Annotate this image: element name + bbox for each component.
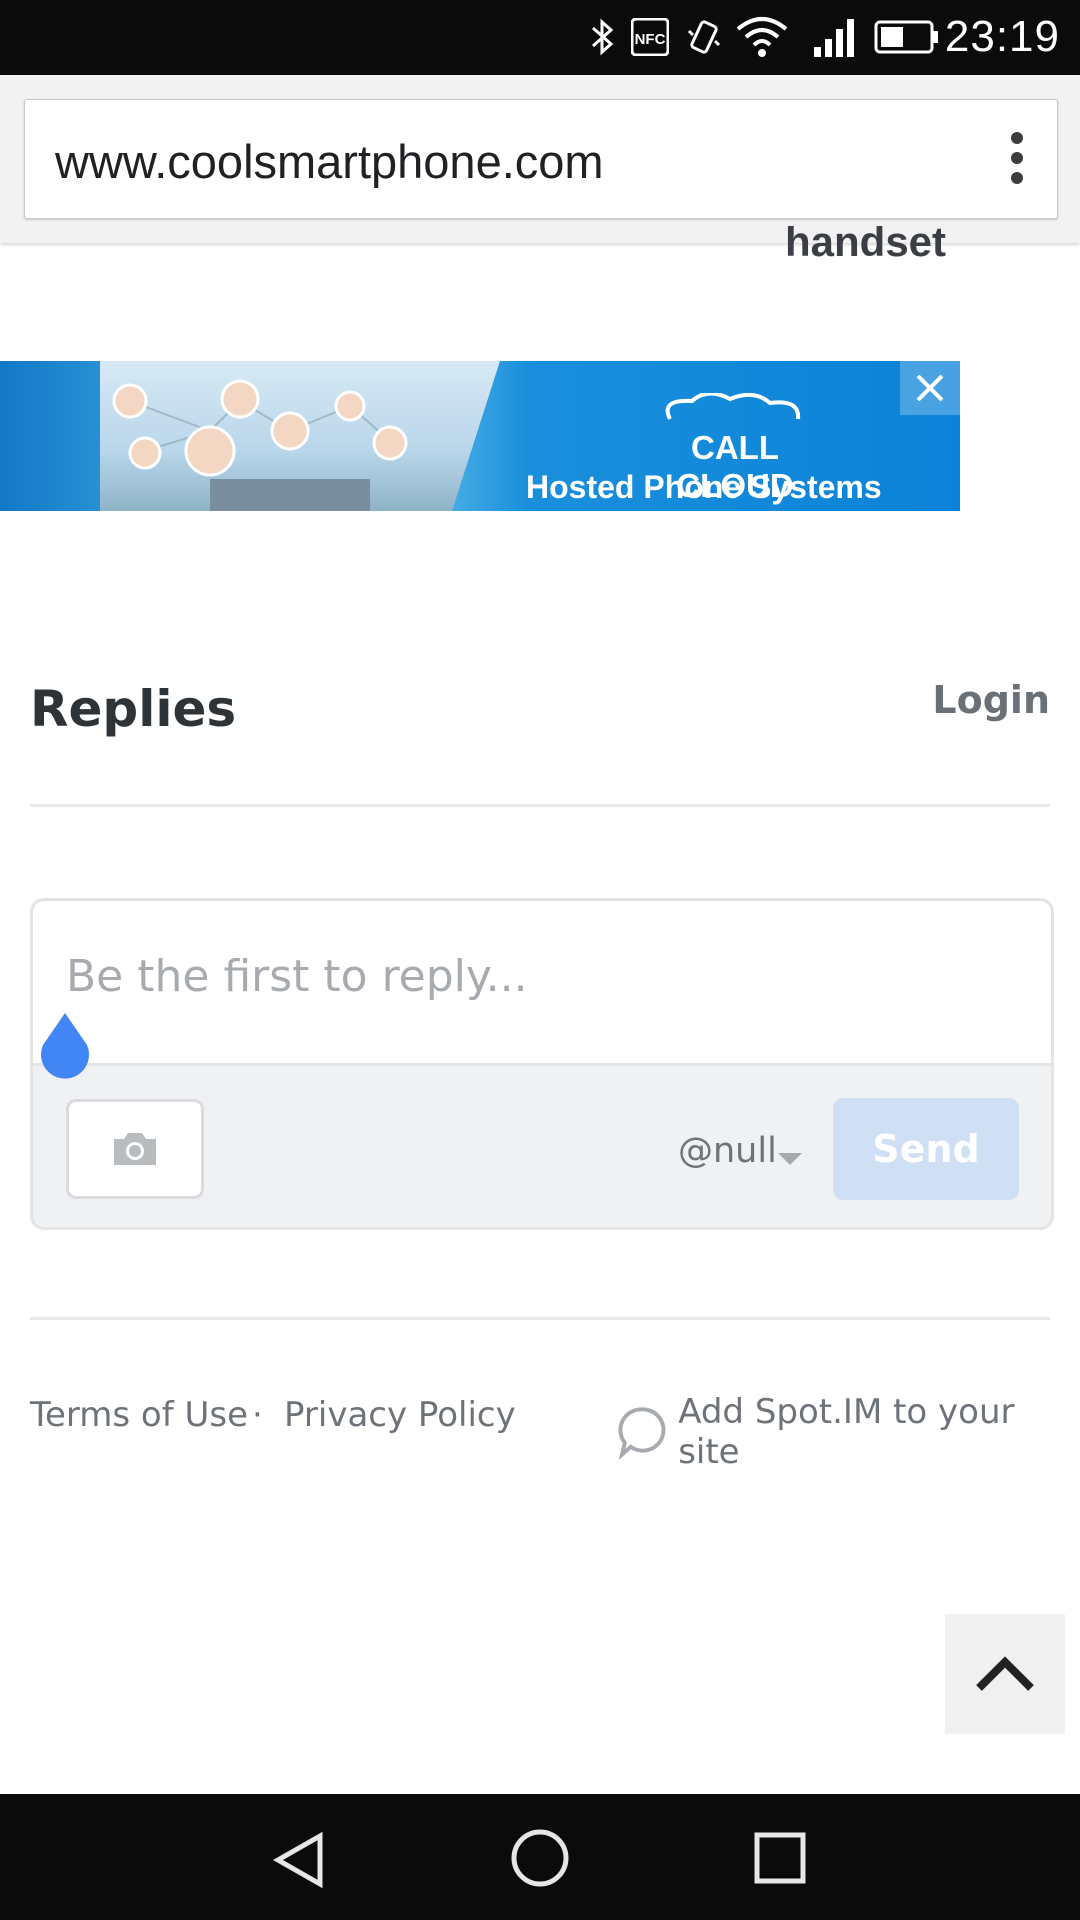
- chevron-up-icon: [976, 1656, 1034, 1691]
- reply-placeholder[interactable]: Be the first to reply...: [66, 951, 528, 1002]
- close-icon[interactable]: [900, 361, 960, 415]
- nav-bar: [0, 1794, 1080, 1920]
- login-link[interactable]: Login: [932, 678, 1050, 722]
- back-icon[interactable]: [270, 1830, 326, 1894]
- scroll-to-top-button[interactable]: [945, 1614, 1065, 1734]
- ad-brand: CALL CLOUD: [630, 391, 840, 504]
- reply-composer: Be the first to reply... @null Send: [30, 898, 1054, 1230]
- user-selector[interactable]: @null: [678, 1131, 777, 1171]
- url-bar[interactable]: www.coolsmartphone.com: [24, 99, 1058, 219]
- chat-bubble-icon: [618, 1407, 666, 1459]
- terms-link[interactable]: Terms of Use: [30, 1395, 248, 1435]
- status-bar: NFC 23:19: [0, 0, 1080, 75]
- battery-icon: [874, 14, 940, 60]
- add-photo-button[interactable]: [66, 1099, 204, 1199]
- ad-tagline: Hosted Phone Systems: [526, 469, 882, 505]
- clock: 23:19: [944, 12, 1060, 61]
- ad-banner[interactable]: CALL CLOUD Hosted Phone Systems: [0, 361, 960, 511]
- privacy-link[interactable]: Privacy Policy: [284, 1395, 516, 1435]
- ad-photo: [100, 361, 500, 511]
- chevron-down-icon[interactable]: [778, 1153, 802, 1165]
- url-text[interactable]: www.coolsmartphone.com: [55, 134, 604, 189]
- add-spotim-link[interactable]: Add Spot.IM to your site: [617, 1392, 1080, 1472]
- home-icon[interactable]: [510, 1828, 570, 1892]
- more-vert-icon[interactable]: [1007, 132, 1027, 186]
- nfc-icon: NFC: [630, 14, 670, 60]
- bluetooth-icon: [585, 14, 621, 60]
- signal-icon: [810, 14, 860, 60]
- vibrate-icon: [684, 14, 724, 60]
- browser-toolbar: www.coolsmartphone.com: [0, 75, 1080, 243]
- add-spotim-label[interactable]: Add Spot.IM to your site: [678, 1392, 1080, 1472]
- wifi-icon: [734, 14, 790, 60]
- reply-input[interactable]: Be the first to reply...: [33, 901, 1051, 1066]
- divider: [30, 804, 1050, 807]
- camera-icon: [114, 1133, 156, 1165]
- text-cursor-handle-icon[interactable]: [35, 1011, 95, 1081]
- recents-icon[interactable]: [752, 1830, 808, 1890]
- send-button[interactable]: Send: [833, 1098, 1019, 1200]
- divider: [30, 1317, 1050, 1320]
- nfc-label: NFC: [635, 31, 666, 48]
- replies-title: Replies: [30, 680, 237, 738]
- footer-separator: ·: [252, 1395, 263, 1435]
